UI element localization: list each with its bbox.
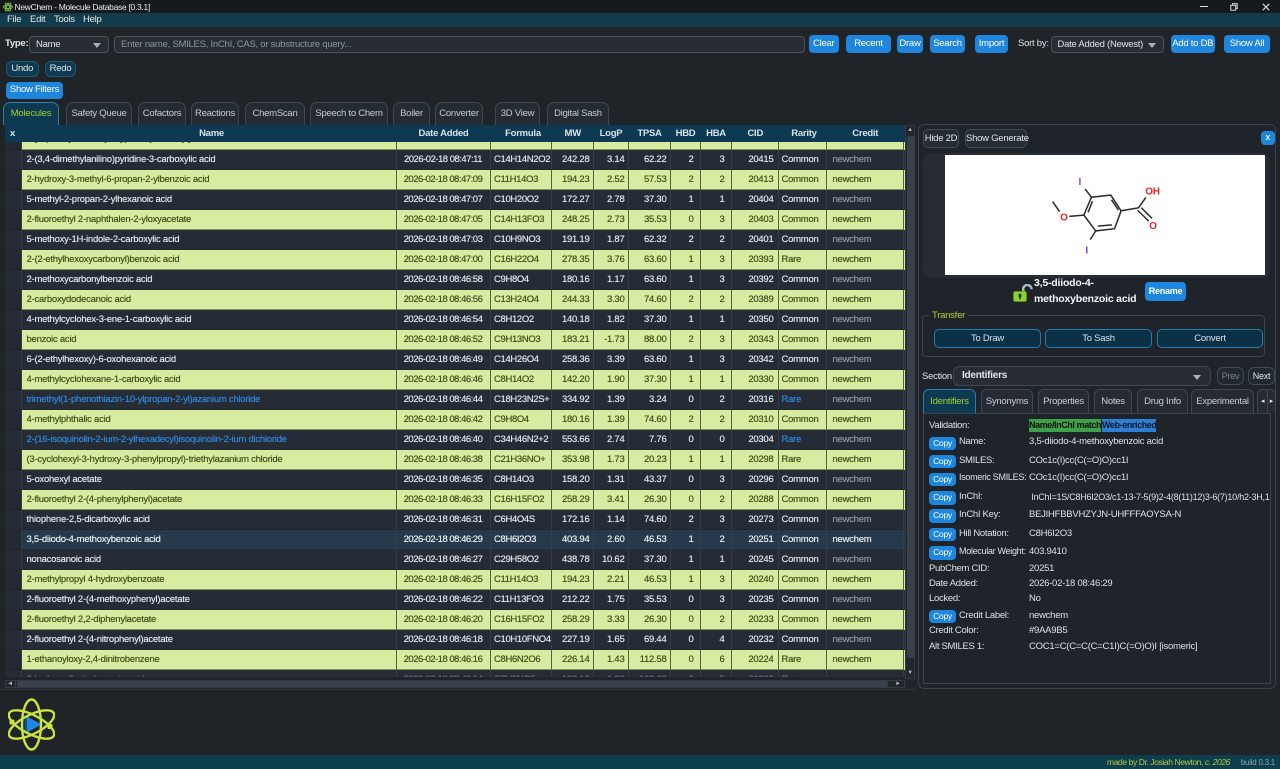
svg-text:O: O bbox=[1060, 212, 1068, 223]
svg-text:O: O bbox=[1149, 221, 1157, 232]
svg-text:OH: OH bbox=[1145, 186, 1160, 197]
